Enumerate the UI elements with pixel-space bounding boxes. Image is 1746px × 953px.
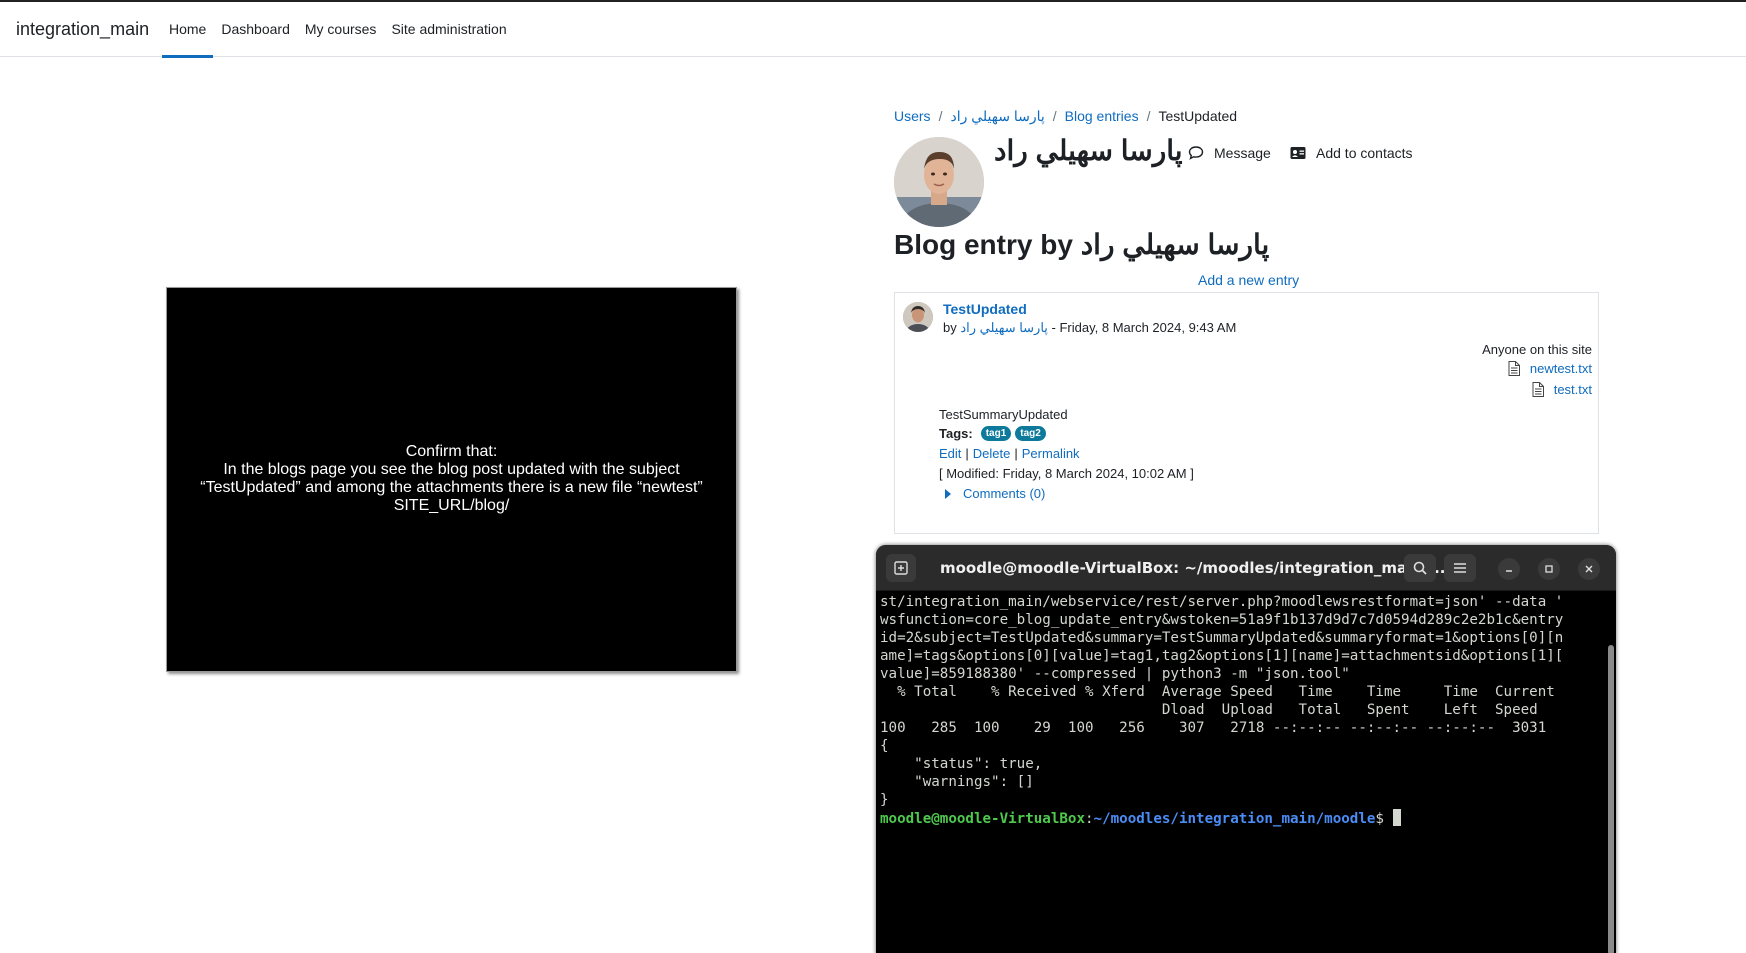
terminal-window[interactable]: moodle@moodle-VirtualBox: ~/moodles/inte… bbox=[876, 545, 1616, 953]
action-separator: | bbox=[1014, 446, 1018, 461]
prompt-separator: : bbox=[1085, 811, 1094, 827]
tag-badge[interactable]: tag1 bbox=[980, 426, 1012, 441]
entry-tags: Tags: tag1 tag2 bbox=[939, 426, 1046, 441]
caret-right-icon bbox=[945, 488, 951, 499]
breadcrumb: Users / پارسا سهيلي راد / Blog entries /… bbox=[894, 108, 1237, 125]
maximize-icon bbox=[1545, 565, 1553, 573]
add-new-entry-link[interactable]: Add a new entry bbox=[1198, 272, 1299, 288]
user-avatar[interactable] bbox=[894, 137, 984, 227]
address-card-icon bbox=[1290, 147, 1306, 159]
byline-prefix: by bbox=[943, 320, 957, 335]
instruction-video-frame: Confirm that: In the blogs page you see … bbox=[166, 287, 737, 672]
attachment-filename: test.txt bbox=[1553, 382, 1592, 397]
entry-visibility: Anyone on this site bbox=[1482, 342, 1592, 357]
action-separator: | bbox=[965, 446, 969, 461]
terminal-search-button[interactable] bbox=[1404, 554, 1436, 582]
breadcrumb-separator: / bbox=[938, 108, 943, 124]
close-icon bbox=[1585, 565, 1593, 573]
author-avatar[interactable] bbox=[903, 302, 933, 332]
permalink-link[interactable]: Permalink bbox=[1022, 446, 1080, 461]
message-button[interactable]: Message bbox=[1188, 145, 1271, 161]
breadcrumb-users[interactable]: Users bbox=[894, 108, 931, 125]
entry-author-link[interactable]: پارسا سهيلي راد bbox=[960, 320, 1048, 335]
entry-summary: TestSummaryUpdated bbox=[939, 407, 1068, 422]
terminal-scrollbar[interactable] bbox=[1608, 645, 1614, 953]
delete-link[interactable]: Delete bbox=[973, 446, 1011, 461]
instruction-line: Confirm that: bbox=[405, 443, 498, 460]
nav-my-courses[interactable]: My courses bbox=[298, 2, 384, 58]
close-button[interactable] bbox=[1578, 558, 1600, 580]
terminal-line: value]=859188380' --compressed | python3… bbox=[880, 666, 1350, 682]
blog-entry-card: TestUpdated by پارسا سهيلي راد - Friday,… bbox=[894, 292, 1599, 534]
nav-dashboard[interactable]: Dashboard bbox=[214, 2, 297, 58]
entry-actions: Edit | Delete | Permalink bbox=[939, 446, 1080, 461]
add-to-contacts-button[interactable]: Add to contacts bbox=[1290, 145, 1413, 161]
terminal-line: wsfunction=core_blog_update_entry&wstoke… bbox=[880, 612, 1564, 628]
breadcrumb-user[interactable]: پارسا سهيلي راد bbox=[950, 108, 1044, 125]
nav-home[interactable]: Home bbox=[162, 2, 214, 58]
nav-site-administration[interactable]: Site administration bbox=[384, 2, 513, 58]
entry-subject-link[interactable]: TestUpdated bbox=[943, 301, 1027, 317]
comments-toggle[interactable]: Comments (0) bbox=[945, 486, 1045, 501]
instruction-text: Confirm that: In the blogs page you see … bbox=[167, 443, 736, 515]
attachment-test[interactable]: test.txt bbox=[1532, 382, 1592, 397]
terminal-title: moodle@moodle-VirtualBox: ~/moodles/inte… bbox=[940, 559, 1446, 577]
terminal-line: "status": true, bbox=[880, 756, 1043, 772]
instruction-line: In the blogs page you see the blog post … bbox=[223, 461, 680, 478]
breadcrumb-separator: / bbox=[1052, 108, 1057, 124]
entry-byline: by پارسا سهيلي راد - Friday, 8 March 202… bbox=[943, 320, 1236, 336]
maximize-button[interactable] bbox=[1538, 558, 1560, 580]
prompt-symbol: $ bbox=[1375, 811, 1393, 827]
site-brand[interactable]: integration_main bbox=[16, 19, 149, 40]
instruction-line: SITE_URL/blog/ bbox=[393, 497, 510, 514]
minimize-button[interactable] bbox=[1498, 558, 1520, 580]
message-label: Message bbox=[1214, 145, 1271, 161]
terminal-line: st/integration_main/webservice/rest/serv… bbox=[880, 594, 1564, 610]
add-to-contacts-label: Add to contacts bbox=[1316, 145, 1413, 161]
hamburger-menu-icon bbox=[1454, 563, 1466, 573]
new-tab-button[interactable] bbox=[886, 554, 916, 582]
tags-label: Tags: bbox=[939, 426, 973, 441]
avatar-image bbox=[894, 137, 984, 227]
breadcrumb-blog-entries[interactable]: Blog entries bbox=[1065, 108, 1139, 125]
terminal-line: Dload Upload Total Spent Left Speed bbox=[880, 702, 1538, 718]
terminal-output[interactable]: st/integration_main/webservice/rest/serv… bbox=[880, 593, 1602, 828]
page-title: Blog entry by پارسا سهيلي راد bbox=[894, 229, 1270, 260]
attachment-filename: newtest.txt bbox=[1529, 361, 1592, 376]
text-cursor bbox=[1392, 809, 1401, 826]
top-navbar: integration_main Home Dashboard My cours… bbox=[0, 0, 1746, 58]
tag-badge[interactable]: tag2 bbox=[1015, 426, 1046, 441]
terminal-line: ame]=tags&options[0][value]=tag1,tag2&op… bbox=[880, 648, 1564, 664]
instruction-line: “TestUpdated” and among the attachments … bbox=[200, 479, 703, 496]
terminal-line: { bbox=[880, 738, 889, 754]
prompt-user: moodle@moodle-VirtualBox bbox=[880, 811, 1085, 827]
minimize-icon bbox=[1506, 570, 1512, 572]
breadcrumb-separator: / bbox=[1146, 108, 1151, 124]
edit-link[interactable]: Edit bbox=[939, 446, 961, 461]
terminal-titlebar[interactable]: moodle@moodle-VirtualBox: ~/moodles/inte… bbox=[876, 545, 1616, 591]
author-avatar-image bbox=[903, 302, 933, 332]
terminal-line: % Total % Received % Xferd Average Speed… bbox=[880, 684, 1555, 700]
speech-bubble-icon bbox=[1188, 146, 1204, 160]
file-text-icon bbox=[1508, 361, 1520, 376]
terminal-line: "warnings": [] bbox=[880, 774, 1034, 790]
attachment-newtest[interactable]: newtest.txt bbox=[1508, 361, 1592, 376]
profile-name: پارسا سهيلي راد bbox=[994, 135, 1183, 166]
terminal-menu-button[interactable] bbox=[1444, 554, 1476, 582]
file-text-icon bbox=[1532, 382, 1544, 397]
breadcrumb-current: TestUpdated bbox=[1158, 108, 1238, 124]
terminal-line: id=2&subject=TestUpdated&summary=TestSum… bbox=[880, 630, 1564, 646]
entry-modified: [ Modified: Friday, 8 March 2024, 10:02 … bbox=[939, 466, 1194, 481]
prompt-path: ~/moodles/integration_main/moodle bbox=[1093, 811, 1376, 827]
comments-label: Comments (0) bbox=[963, 486, 1046, 501]
terminal-line: 100 285 100 29 100 256 307 2718 --:--:--… bbox=[880, 720, 1547, 736]
search-icon bbox=[1413, 561, 1427, 575]
terminal-prompt[interactable]: moodle@moodle-VirtualBox:~/moodles/integ… bbox=[880, 809, 1602, 828]
primary-nav: Home Dashboard My courses Site administr… bbox=[162, 2, 515, 58]
terminal-line: } bbox=[880, 792, 889, 808]
new-tab-icon bbox=[894, 561, 908, 575]
entry-date: - Friday, 8 March 2024, 9:43 AM bbox=[1051, 320, 1237, 335]
